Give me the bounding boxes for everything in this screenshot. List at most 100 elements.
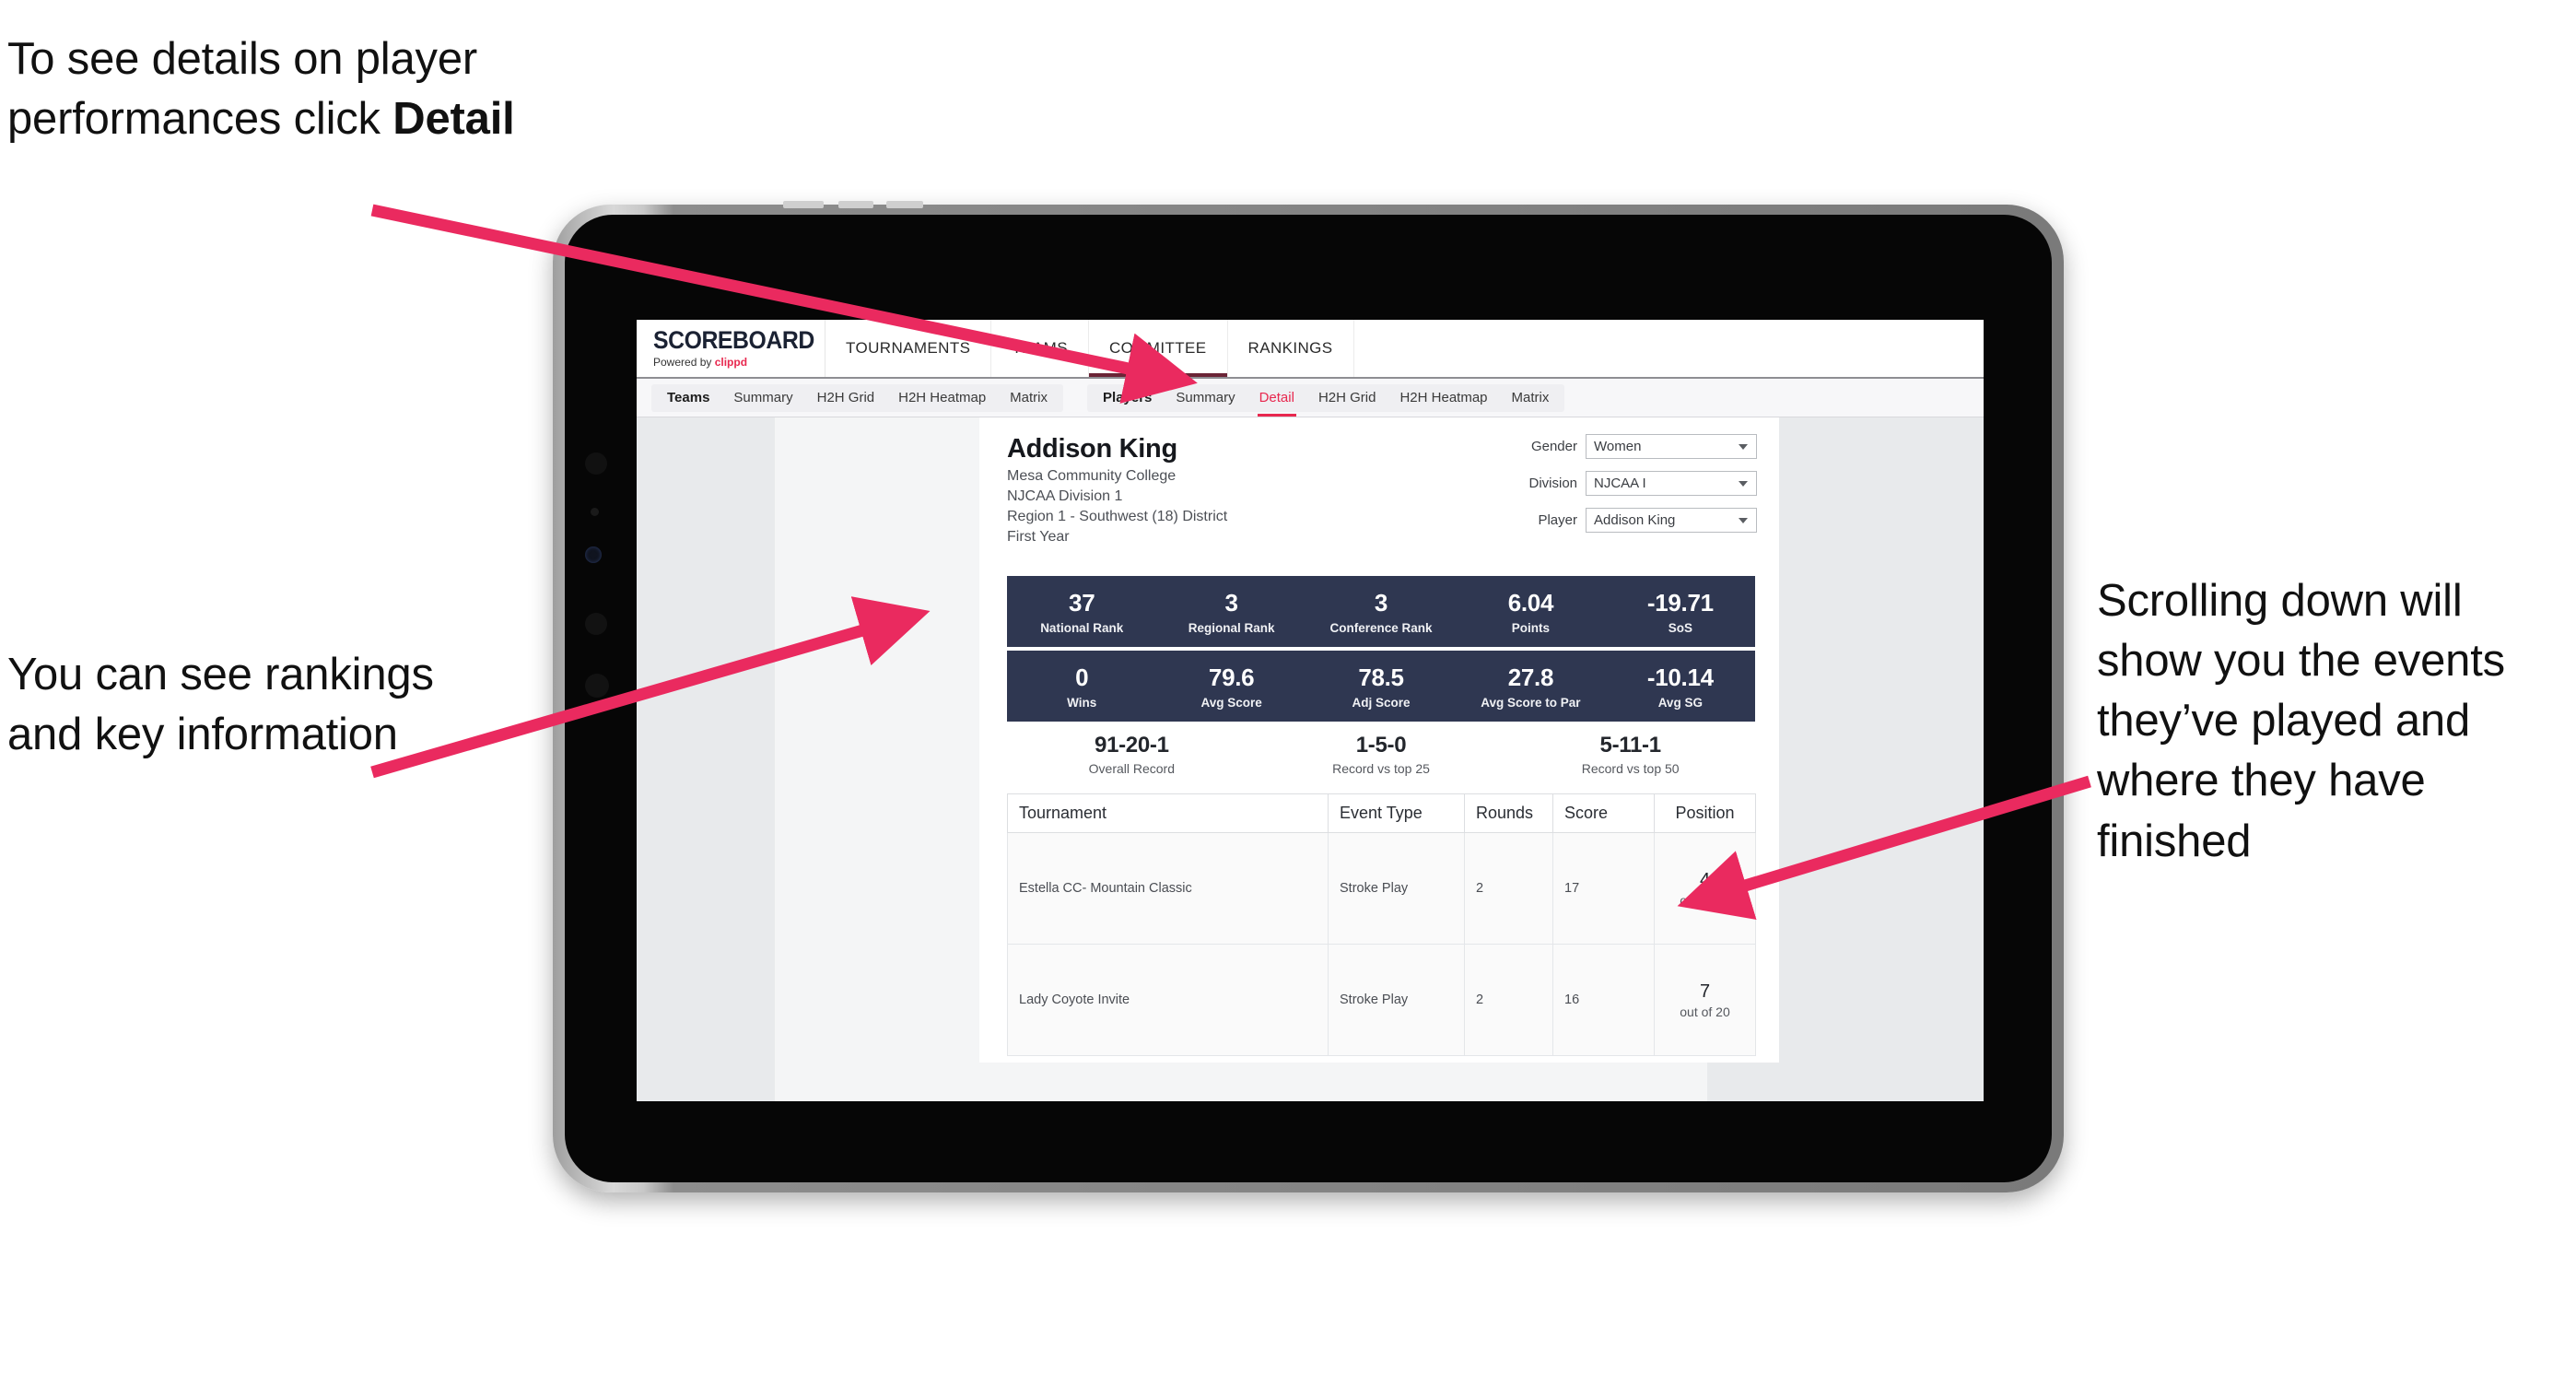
cell-rounds: 2 (1464, 944, 1553, 1056)
table-row[interactable]: Estella CC- Mountain Classic Stroke Play… (1007, 832, 1756, 945)
speaker-dot-icon-2 (585, 674, 609, 698)
filter-row-gender: Gender Women (1499, 434, 1757, 459)
cell-tournament: Lady Coyote Invite (1007, 944, 1329, 1056)
callout-top-left: To see details on player performances cl… (7, 29, 597, 149)
table-row[interactable]: Lady Coyote Invite Stroke Play 2 16 7 ou… (1007, 944, 1756, 1056)
topnav-committee[interactable]: COMMITTEE (1089, 320, 1228, 377)
chevron-down-icon (1739, 480, 1748, 487)
brand-title: SCOREBOARD (653, 326, 814, 354)
stat-national-rank: 37 National Rank (1007, 576, 1156, 647)
division-value: NJCAA I (1594, 476, 1646, 491)
stat-value: 27.8 (1507, 663, 1554, 691)
cell-score: 16 (1552, 944, 1655, 1056)
division-select[interactable]: NJCAA I (1586, 471, 1757, 496)
tab-teams-matrix[interactable]: Matrix (998, 384, 1060, 412)
column-header-position[interactable]: Position (1654, 793, 1756, 833)
filter-row-player: Player Addison King (1499, 508, 1757, 533)
position-out-of: out of 20 (1680, 892, 1730, 908)
cell-position: 4 out of 20 (1654, 832, 1756, 945)
tab-teams-h2h-grid[interactable]: H2H Grid (805, 384, 887, 412)
device-top-button-3 (886, 201, 923, 208)
column-header-score[interactable]: Score (1552, 793, 1655, 833)
stat-band-rankings: 37 National Rank 3 Regional Rank 3 Confe… (1007, 576, 1755, 647)
position-value: 7 (1699, 981, 1711, 1002)
stat-conference-rank: 3 Conference Rank (1306, 576, 1456, 647)
player-detail-card: Addison King Mesa Community College NJCA… (979, 417, 1779, 1063)
player-name: Addison King (1007, 434, 1177, 464)
cell-tournament: Estella CC- Mountain Classic (1007, 832, 1329, 945)
tab-players-detail[interactable]: Detail (1247, 384, 1306, 417)
dashboard-sheet: Addison King Mesa Community College NJCA… (775, 417, 1779, 1101)
player-header: Addison King Mesa Community College NJCA… (1007, 434, 1227, 546)
teams-tab-group: Teams Summary H2H Grid H2H Heatmap Matri… (651, 383, 1064, 412)
stat-label: SoS (1668, 620, 1692, 635)
stat-label: National Rank (1040, 620, 1124, 635)
column-header-rounds[interactable]: Rounds (1464, 793, 1553, 833)
tab-players-h2h-grid[interactable]: H2H Grid (1306, 384, 1388, 412)
cell-event-type: Stroke Play (1328, 944, 1465, 1056)
stat-avg-score-to-par: 27.8 Avg Score to Par (1456, 651, 1605, 722)
sensor-dot-icon (591, 508, 599, 516)
records-row: 91-20-1 Overall Record 1-5-0 Record vs t… (1007, 733, 1755, 776)
camera-lens-icon (585, 546, 602, 563)
cell-event-type: Stroke Play (1328, 832, 1465, 945)
stat-adj-score: 78.5 Adj Score (1306, 651, 1456, 722)
tab-teams[interactable]: Teams (655, 384, 721, 412)
stat-value: 78.5 (1358, 663, 1404, 691)
tab-players-matrix[interactable]: Matrix (1500, 384, 1562, 412)
powered-by-text: Powered by (653, 356, 715, 369)
tab-players-h2h-heatmap[interactable]: H2H Heatmap (1388, 384, 1499, 412)
stat-regional-rank: 3 Regional Rank (1156, 576, 1306, 647)
player-region: Region 1 - Southwest (18) District (1007, 509, 1228, 524)
stat-points: 6.04 Points (1456, 576, 1605, 647)
column-header-event-type[interactable]: Event Type (1328, 793, 1465, 833)
cell-rounds: 2 (1464, 832, 1553, 945)
cell-position: 7 out of 20 (1654, 944, 1756, 1056)
column-header-tournament[interactable]: Tournament (1007, 793, 1329, 833)
record-label: Record vs top 50 (1581, 761, 1680, 776)
player-value: Addison King (1594, 512, 1676, 528)
gender-select[interactable]: Women (1586, 434, 1757, 459)
tab-players-summary[interactable]: Summary (1164, 384, 1247, 412)
filter-row-division: Division NJCAA I (1499, 471, 1757, 496)
device-top-button-1 (783, 201, 824, 208)
stat-wins: 0 Wins (1007, 651, 1156, 722)
stat-band-scoring: 0 Wins 79.6 Avg Score 78.5 Adj Score 27.… (1007, 651, 1755, 722)
stat-sos: -19.71 SoS (1606, 576, 1755, 647)
stat-label: Points (1511, 620, 1551, 635)
topnav-rankings[interactable]: RANKINGS (1228, 320, 1354, 377)
tab-teams-h2h-heatmap[interactable]: H2H Heatmap (886, 384, 998, 412)
tablet-device: SCOREBOARD Powered by clippd TOURNAMENTS… (553, 201, 2064, 1192)
tablet-screen: SCOREBOARD Powered by clippd TOURNAMENTS… (565, 215, 2052, 1182)
browser-viewport: SCOREBOARD Powered by clippd TOURNAMENTS… (637, 320, 1984, 1101)
players-tab-group: Players Summary Detail H2H Grid H2H Heat… (1087, 383, 1565, 417)
stat-label: Adj Score (1352, 695, 1411, 710)
player-select[interactable]: Addison King (1586, 508, 1757, 533)
stat-avg-sg: -10.14 Avg SG (1606, 651, 1755, 722)
position-out-of: out of 20 (1680, 1004, 1730, 1019)
stat-value: 79.6 (1208, 663, 1255, 691)
callout-right: Scrolling down will show you the events … (2097, 576, 2505, 866)
record-top25: 1-5-0 Record vs top 25 (1257, 733, 1506, 776)
topnav-tournaments[interactable]: TOURNAMENTS (825, 320, 992, 377)
record-value: 5-11-1 (1599, 733, 1662, 758)
chevron-down-icon (1739, 517, 1748, 523)
brand-logo[interactable]: SCOREBOARD Powered by clippd (637, 320, 825, 377)
top-navigation-bar: SCOREBOARD Powered by clippd TOURNAMENTS… (637, 320, 1984, 379)
record-overall: 91-20-1 Overall Record (1007, 733, 1257, 776)
player-year: First Year (1007, 529, 1070, 545)
tab-players[interactable]: Players (1091, 384, 1164, 412)
tab-teams-summary[interactable]: Summary (721, 384, 804, 412)
stat-label: Wins (1067, 695, 1097, 710)
player-division: NJCAA Division 1 (1007, 488, 1123, 504)
device-top-button-2 (838, 201, 873, 208)
gender-value: Women (1594, 439, 1642, 454)
tournament-table: Tournament Event Type Rounds Score Posit… (1007, 793, 1756, 1056)
callout-bottom-left: You can see rankings and key information (7, 650, 434, 760)
stat-value: 3 (1224, 588, 1238, 617)
stat-value: 0 (1075, 663, 1089, 691)
position-value: 4 (1699, 869, 1711, 890)
cell-score: 17 (1552, 832, 1655, 945)
record-value: 1-5-0 (1355, 733, 1407, 758)
topnav-teams[interactable]: TEAMS (991, 320, 1089, 377)
